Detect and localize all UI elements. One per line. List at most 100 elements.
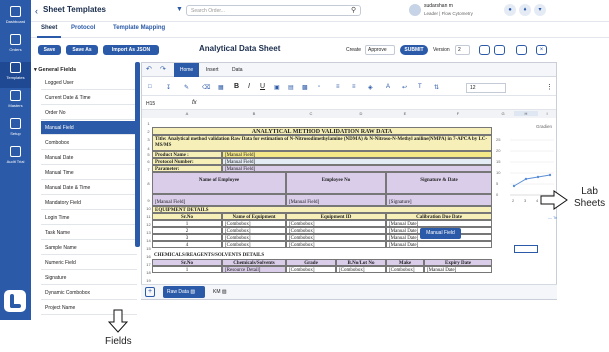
signature-cell[interactable]: [Signature] xyxy=(386,194,492,206)
row-number[interactable]: 12 xyxy=(145,222,152,227)
row-number[interactable]: 2 xyxy=(145,129,152,134)
field-item-active[interactable]: Manual Field xyxy=(41,121,137,135)
field-item[interactable]: Manual Date & Time xyxy=(41,181,137,195)
copy-icon[interactable] xyxy=(479,45,490,55)
bold-icon[interactable]: B xyxy=(234,83,239,90)
row-number[interactable]: 4 xyxy=(145,146,152,151)
field-item[interactable]: Sample Name xyxy=(41,241,137,255)
chem-header[interactable]: Sr.No xyxy=(152,259,222,266)
row-number[interactable]: 15 xyxy=(145,246,152,251)
more-icon[interactable]: ⋮ xyxy=(546,83,553,91)
field-item[interactable]: Order No xyxy=(41,106,137,120)
chem-header[interactable]: Expiry Date xyxy=(424,259,492,266)
row-number[interactable]: 11 xyxy=(145,214,152,219)
equipment-cell[interactable]: [Combobox] xyxy=(286,220,386,227)
add-sheet-icon[interactable]: + xyxy=(145,287,155,297)
underline-icon[interactable]: U xyxy=(260,83,265,90)
bell-icon[interactable]: ♦ xyxy=(519,4,531,16)
equipment-cell[interactable]: 3 xyxy=(152,234,222,241)
equipment-cell[interactable]: [Combobox] xyxy=(222,220,286,227)
field-item[interactable]: Manual Time xyxy=(41,166,137,180)
border-icon[interactable]: ▫ xyxy=(318,84,320,90)
tab-sheet[interactable]: Sheet xyxy=(41,25,57,31)
equipment-title-cell[interactable]: EQUIPMENT DETAILS xyxy=(152,206,492,213)
align-center-icon[interactable]: ≡ xyxy=(352,84,356,90)
clear-icon[interactable]: ⌫ xyxy=(202,84,210,91)
tab-template-mapping[interactable]: Template Mapping xyxy=(113,25,165,31)
back-icon[interactable]: ‹ xyxy=(35,6,38,16)
signature-header[interactable]: Signature & Date xyxy=(386,172,492,194)
nav-masters[interactable]: Masters xyxy=(0,90,31,116)
equipment-cell[interactable]: [Combobox] xyxy=(222,234,286,241)
sheet-tab-km[interactable]: KM ▧ xyxy=(209,286,235,298)
save-button[interactable]: Save xyxy=(38,45,61,55)
field-item[interactable]: Signature xyxy=(41,271,137,285)
field-item[interactable]: Dynamic Combobox xyxy=(41,286,137,300)
row-number[interactable]: 17 xyxy=(145,262,152,267)
col-header[interactable]: F xyxy=(424,111,492,116)
col-header[interactable]: A xyxy=(152,111,222,116)
col-header[interactable]: B xyxy=(222,111,286,116)
employee-name-header[interactable]: Name of Employee xyxy=(152,172,286,194)
cell-reference[interactable]: H15 xyxy=(146,101,155,107)
equipment-cell[interactable]: [Combobox] xyxy=(286,241,386,248)
col-header[interactable]: E xyxy=(386,111,424,116)
chart-icon[interactable]: ▤ xyxy=(288,84,294,91)
chem-header[interactable]: Chemicals/Solvents xyxy=(222,259,286,266)
menu-home[interactable]: Home xyxy=(174,63,199,77)
fill-color-icon[interactable]: ◈ xyxy=(368,84,373,91)
font-size-select[interactable]: 12 xyxy=(466,83,506,93)
chem-cell[interactable]: [Combobox] xyxy=(336,266,386,273)
filter-icon[interactable]: ▼ xyxy=(176,6,183,13)
equipment-cell[interactable]: [Combobox] xyxy=(222,227,286,234)
undo-icon[interactable]: ↶ xyxy=(146,65,152,73)
chem-cell[interactable]: 1 xyxy=(152,266,222,273)
row-number[interactable]: 14 xyxy=(145,238,152,243)
search-input[interactable]: Search Order... ⚲ xyxy=(186,5,361,16)
row-number[interactable]: 19 xyxy=(145,278,152,283)
equipment-header[interactable]: Calibration Due Date xyxy=(386,213,492,220)
field-item[interactable]: Login Time xyxy=(41,211,137,225)
nav-setup[interactable]: Setup xyxy=(0,118,31,144)
wrap-icon[interactable]: ↩ xyxy=(402,84,407,91)
nav-orders[interactable]: Orders xyxy=(0,34,31,60)
chem-header[interactable]: Grade xyxy=(286,259,336,266)
trash-icon[interactable]: ▧ xyxy=(222,289,227,295)
row-number[interactable]: 16 xyxy=(145,254,152,259)
row-number[interactable]: 1 xyxy=(145,121,152,126)
equipment-header[interactable]: Name of Equipment xyxy=(222,213,286,220)
panel-collapse-handle[interactable] xyxy=(135,62,140,247)
merge-icon[interactable]: ▩ xyxy=(302,84,308,91)
refresh-icon[interactable] xyxy=(516,45,527,55)
selected-cell[interactable] xyxy=(514,245,538,253)
field-item[interactable]: Logged User xyxy=(41,76,137,90)
chem-header[interactable]: B.No/Lot No xyxy=(336,259,386,266)
field-item[interactable]: Numeric Field xyxy=(41,256,137,270)
product-label-cell[interactable]: Product Name : xyxy=(152,151,222,158)
chem-title-cell[interactable]: CHEMICALS/REAGENTS/SOLVENTS DETAILS xyxy=(152,252,492,259)
chevron-down-icon[interactable]: ▾ xyxy=(534,4,546,16)
equipment-cell[interactable]: [Manual Date] xyxy=(386,241,492,248)
protocol-label-cell[interactable]: Protocol Number: xyxy=(152,158,222,165)
equipment-cell[interactable]: [Combobox] xyxy=(222,241,286,248)
equipment-cell[interactable]: [Combobox] xyxy=(286,234,386,241)
format-painter-icon[interactable]: ✎ xyxy=(184,84,189,91)
tab-protocol[interactable]: Protocol xyxy=(71,25,95,31)
create-select[interactable]: Approve xyxy=(365,45,395,55)
col-header[interactable]: G xyxy=(492,111,514,116)
field-item[interactable]: Manual Date xyxy=(41,151,137,165)
row-number[interactable]: 13 xyxy=(145,230,152,235)
nav-audit-trial[interactable]: Audit Trial xyxy=(0,146,31,172)
col-header[interactable]: I xyxy=(538,111,556,116)
redo-icon[interactable]: ↷ xyxy=(160,65,166,73)
sheet-title-cell[interactable]: ANALYTICAL METHOD VALIDATION RAW DATA xyxy=(152,127,492,135)
row-number[interactable]: 5 xyxy=(145,152,152,157)
general-fields-header[interactable]: ▾ General Fields xyxy=(34,67,76,73)
image-icon[interactable]: ▣ xyxy=(274,84,280,91)
version-select[interactable]: 2 xyxy=(455,45,470,55)
parameter-value-cell[interactable]: [Manual Field] xyxy=(222,165,492,172)
chem-cell[interactable]: [Combobox] xyxy=(386,266,424,273)
field-item[interactable]: Mandatory Field xyxy=(41,196,137,210)
employee-no-cell[interactable]: [Manual Field] xyxy=(286,194,386,206)
row-number[interactable]: 8 xyxy=(145,181,152,186)
